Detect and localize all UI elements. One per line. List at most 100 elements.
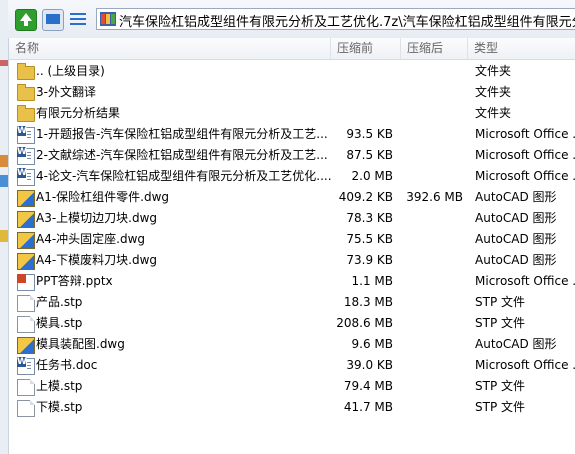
name-cell: A3-上模切边刀块.dwg (17, 208, 332, 229)
name-cell: 有限元分析结果 (17, 103, 332, 124)
address-bar[interactable]: 汽车保险杠铝成型组件有限元分析及工艺优化.7z\汽车保险杠铝成型组件有限元分析及… (96, 8, 575, 30)
file-name: A4-下模废料刀块.dwg (36, 253, 158, 267)
file-row[interactable]: 有限元分析结果 文件夹 (9, 103, 575, 124)
file-type: Microsoft Office ... (475, 358, 575, 372)
file-type: AutoCAD 图形 (475, 190, 557, 204)
column-name-header[interactable]: 名称 (9, 38, 331, 59)
file-packed-size (401, 355, 463, 376)
file-name: 下模.stp (36, 400, 83, 414)
file-row[interactable]: 上模.stp 79.4 MB STP 文件 (9, 376, 575, 397)
file-row[interactable]: PPT答辩.pptx 1.1 MB Microsoft Office ... (9, 271, 575, 292)
file-type: 文件夹 (475, 106, 512, 120)
column-packed-header[interactable]: 压缩后 (401, 38, 468, 59)
file-name: 任务书.doc (36, 358, 98, 372)
file-packed-size (401, 229, 463, 250)
file-size (331, 103, 393, 124)
file-row[interactable]: 4-论文-汽车保险杠铝成型组件有限元分析及工艺优化.... 2.0 MB Micro… (9, 166, 575, 187)
up-folder-button[interactable] (15, 9, 37, 31)
file-type: Microsoft Office ... (475, 127, 575, 141)
toolbar: 汽车保险杠铝成型组件有限元分析及工艺优化.7z\汽车保险杠铝成型组件有限元分析及… (8, 0, 575, 39)
file-row[interactable]: A1-保险杠组件零件.dwg 409.2 KB 392.6 MB AutoCAD 图形 (9, 187, 575, 208)
file-packed-size (401, 145, 463, 166)
file-packed-size: 392.6 MB (406, 190, 463, 204)
file-name: 1-开题报告-汽车保险杠铝成型组件有限元分析及工艺... (36, 127, 328, 141)
file-row[interactable]: 2-文献综述-汽车保险杠铝成型组件有限元分析及工艺... 87.5 KB Micro… (9, 145, 575, 166)
file-type: AutoCAD 图形 (475, 337, 557, 351)
file-packed-size (401, 292, 463, 313)
file-name: PPT答辩.pptx (36, 274, 113, 288)
view-details-button[interactable] (68, 9, 88, 29)
file-row[interactable]: .. (上级目录) 文件夹 (9, 61, 575, 82)
file-name: 模具.stp (36, 316, 83, 330)
folder-icon (17, 63, 35, 80)
powerpoint-icon (17, 274, 35, 291)
file-name: 4-论文-汽车保险杠铝成型组件有限元分析及工艺优化.... (36, 169, 332, 183)
strip-marker (0, 60, 8, 66)
view-large-icons-button[interactable] (42, 9, 64, 31)
file-name: 上模.stp (36, 379, 83, 393)
file-size: 93.5 KB (346, 127, 393, 141)
file-packed-size (401, 61, 463, 82)
file-row[interactable]: A3-上模切边刀块.dwg 78.3 KB AutoCAD 图形 (9, 208, 575, 229)
file-row[interactable]: 模具.stp 208.6 MB STP 文件 (9, 313, 575, 334)
name-cell: PPT答辩.pptx (17, 271, 332, 292)
file-type: 文件夹 (475, 85, 512, 99)
file-packed-size (401, 250, 463, 271)
stp-file-icon (17, 295, 35, 312)
word-document-icon (17, 168, 35, 186)
file-size: 1.1 MB (351, 274, 393, 288)
name-cell: A4-冲头固定座.dwg (17, 229, 332, 250)
file-type: STP 文件 (475, 295, 525, 309)
name-cell: 模具.stp (17, 313, 332, 334)
file-name: 2-文献综述-汽车保险杠铝成型组件有限元分析及工艺... (36, 148, 328, 162)
name-cell: 任务书.doc (17, 355, 332, 376)
file-name: 产品.stp (36, 295, 83, 309)
file-size: 73.9 KB (346, 253, 393, 267)
file-size (331, 61, 393, 82)
name-cell: A1-保险杠组件零件.dwg (17, 187, 332, 208)
autocad-dwg-icon (17, 232, 35, 249)
file-type: AutoCAD 图形 (475, 211, 557, 225)
file-row[interactable]: 任务书.doc 39.0 KB Microsoft Office ... (9, 355, 575, 376)
stp-file-icon (17, 400, 35, 417)
file-type: STP 文件 (475, 379, 525, 393)
file-row[interactable]: 1-开题报告-汽车保险杠铝成型组件有限元分析及工艺... 93.5 KB Micro… (9, 124, 575, 145)
file-size: 39.0 KB (346, 358, 393, 372)
word-document-icon (17, 357, 35, 375)
file-type: Microsoft Office ... (475, 169, 575, 183)
file-name: A4-冲头固定座.dwg (36, 232, 146, 246)
file-size: 18.3 MB (343, 295, 393, 309)
name-cell: .. (上级目录) (17, 61, 332, 82)
file-name: 模具装配图.dwg (36, 337, 125, 351)
strip-marker (0, 155, 8, 167)
column-type-header[interactable]: 类型 (468, 38, 575, 59)
file-size: 79.4 MB (343, 379, 393, 393)
address-path: 汽车保险杠铝成型组件有限元分析及工艺优化.7z\汽车保险杠铝成型组件有限元分析及… (119, 15, 575, 30)
file-type: AutoCAD 图形 (475, 232, 557, 246)
file-name: 有限元分析结果 (36, 106, 121, 120)
file-row[interactable]: 产品.stp 18.3 MB STP 文件 (9, 292, 575, 313)
file-row[interactable]: 3-外文翻译 文件夹 (9, 82, 575, 103)
file-row[interactable]: A4-下模废料刀块.dwg 73.9 KB AutoCAD 图形 (9, 250, 575, 271)
column-size-header[interactable]: 压缩前 (331, 38, 401, 59)
file-row[interactable]: 下模.stp 41.7 MB STP 文件 (9, 397, 575, 418)
file-type: Microsoft Office ... (475, 274, 575, 288)
file-packed-size (401, 334, 463, 355)
word-document-icon (17, 147, 35, 165)
file-packed-size (401, 271, 463, 292)
file-packed-size (401, 82, 463, 103)
file-size: 87.5 KB (346, 148, 393, 162)
file-packed-size (401, 166, 463, 187)
file-type: Microsoft Office ... (475, 148, 575, 162)
file-row[interactable]: 模具装配图.dwg 9.6 MB AutoCAD 图形 (9, 334, 575, 355)
name-cell: 下模.stp (17, 397, 332, 418)
file-list[interactable]: 名称 压缩前 压缩后 类型 .. (上级目录) 文件夹 3-外文翻译 文件夹 有限元分析… (8, 38, 575, 454)
stp-file-icon (17, 316, 35, 333)
file-packed-size (401, 124, 463, 145)
name-cell: 1-开题报告-汽车保险杠铝成型组件有限元分析及工艺... (17, 124, 332, 145)
file-size: 78.3 KB (346, 211, 393, 225)
file-packed-size (401, 313, 463, 334)
file-row[interactable]: A4-冲头固定座.dwg 75.5 KB AutoCAD 图形 (9, 229, 575, 250)
autocad-dwg-icon (17, 253, 35, 270)
file-packed-size (401, 208, 463, 229)
